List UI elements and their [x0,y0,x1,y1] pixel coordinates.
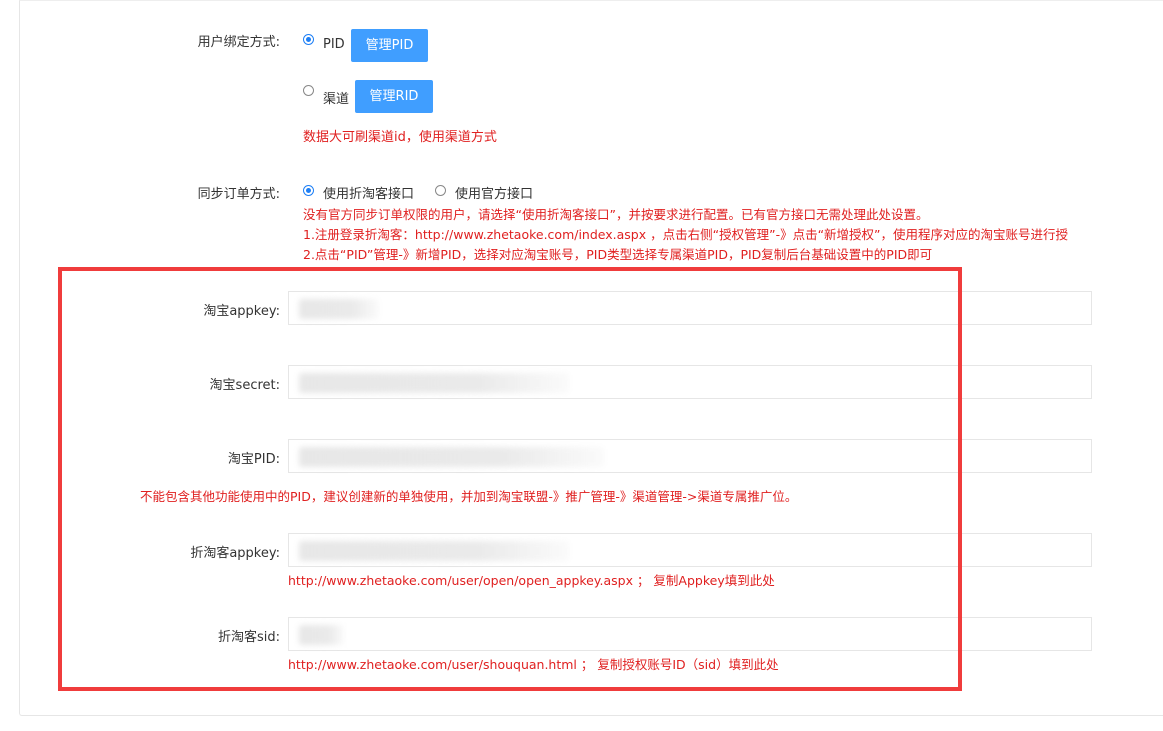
sync-hint-line-3: 2.点击“PID”管理-》新增PID，选择对应淘宝账号，PID类型选择专属渠道P… [303,247,933,262]
sync-hint-line-2: 1.注册登录折淘客：http://www.zhetaoke.com/index.… [303,227,1069,242]
sync-official-radio[interactable] [435,185,446,196]
bind-pid-radio-label: PID [323,37,345,52]
annotation-highlight-box [58,267,962,691]
bind-pid-radio[interactable] [303,34,314,45]
sync-method-label: 同步订单方式: [197,187,280,202]
bind-method-hint: 数据大可刷渠道id，使用渠道方式 [303,130,497,145]
bind-channel-radio[interactable] [303,85,314,96]
sync-hint-line-1: 没有官方同步订单权限的用户，请选择“使用折淘客接口”，并按要求进行配置。已有官方… [303,207,929,222]
sync-zhetaoke-radio-label: 使用折淘客接口 [323,187,415,202]
bind-method-label: 用户绑定方式: [197,35,280,50]
sync-official-radio-label: 使用官方接口 [455,187,534,202]
sync-zhetaoke-radio[interactable] [303,185,314,196]
manage-rid-button[interactable]: 管理RID [355,80,433,113]
manage-pid-button[interactable]: 管理PID [351,29,428,62]
bind-channel-radio-label: 渠道 [323,92,350,107]
